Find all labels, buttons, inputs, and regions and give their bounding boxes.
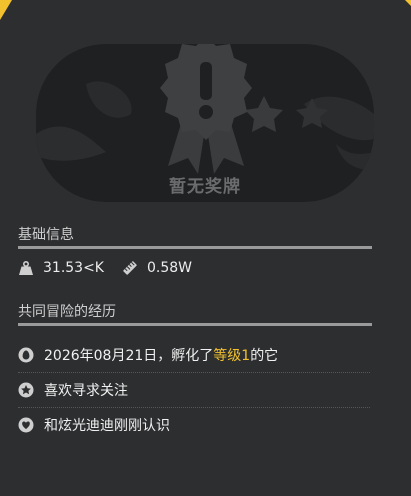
star-icon (18, 382, 34, 398)
list-item: 2026年08月21日，孵化了 等级1 的它 (18, 338, 370, 373)
basic-info-divider (18, 246, 372, 249)
hatch-level-highlight: 等级1 (213, 348, 251, 364)
adventure-divider (18, 323, 372, 326)
height-value: 0.58W (147, 260, 193, 276)
heart-icon (18, 417, 34, 433)
adventure-list: 2026年08月21日，孵化了 等级1 的它 喜欢寻求关注 和炫光迪迪刚刚认识 (18, 338, 370, 442)
hatch-text-prefix: 2026年08月21日，孵化了 (44, 348, 214, 364)
basic-info-title: 基础信息 (18, 227, 74, 243)
medal-exclamation-icon (160, 44, 252, 174)
list-item: 喜欢寻求关注 (18, 373, 370, 408)
adventure-title: 共同冒险的经历 (18, 304, 116, 320)
accent-corner-decoration (0, 0, 12, 20)
weight-value: 31.53<K (43, 260, 104, 276)
list-item: 和炫光迪迪刚刚认识 (18, 408, 370, 442)
empty-medal-text: 暂无奖牌 (169, 177, 241, 197)
weight-stat: 31.53<K (18, 260, 104, 276)
empty-medal-card: 暂无奖牌 (36, 44, 374, 202)
weight-icon (19, 260, 33, 275)
egg-icon (18, 347, 34, 363)
trait-text: 喜欢寻求关注 (44, 383, 128, 399)
ruler-icon (123, 261, 137, 275)
accent-corner-decoration-right (405, 0, 411, 6)
stats-row: 31.53<K 0.58W (18, 258, 192, 278)
height-stat: 0.58W (122, 260, 192, 276)
relationship-text: 和炫光迪迪刚刚认识 (44, 418, 170, 434)
hatch-text-suffix: 的它 (250, 348, 279, 364)
